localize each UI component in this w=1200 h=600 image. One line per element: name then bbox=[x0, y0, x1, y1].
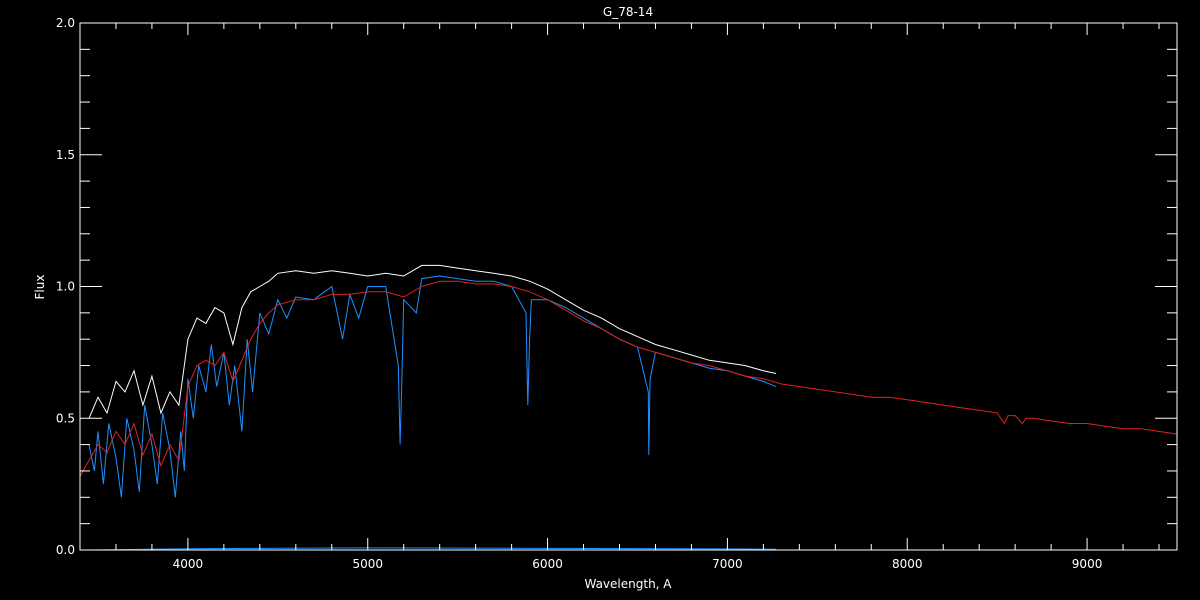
x-tick-label: 5000 bbox=[352, 557, 383, 571]
series-line-0 bbox=[88, 264, 777, 419]
x-tick-label: 7000 bbox=[712, 557, 743, 571]
y-tick-label: 0.0 bbox=[56, 543, 75, 557]
spectrum-chart: G_78-14 Wavelength, A Flux 4000 5000 6000 7… bbox=[33, 5, 1178, 591]
axes-layer bbox=[79, 22, 1178, 551]
x-axis-label: Wavelength, A bbox=[584, 577, 672, 591]
x-tick-label: 9000 bbox=[1072, 557, 1103, 571]
tick-layer: 4000 5000 6000 7000 8000 9000 0.0 0.5 1.0 1.5 2.0 bbox=[56, 16, 1177, 571]
y-tick-label: 1.5 bbox=[56, 148, 75, 162]
y-tick-label: 0.5 bbox=[56, 411, 75, 425]
plot-frame bbox=[79, 22, 1178, 551]
x-tick-label: 8000 bbox=[892, 557, 923, 571]
chart-title: G_78-14 bbox=[603, 5, 653, 19]
series-layer bbox=[79, 264, 1178, 551]
y-tick-label: 1.0 bbox=[56, 280, 75, 294]
x-tick-label: 4000 bbox=[173, 557, 204, 571]
series-line-1 bbox=[88, 275, 777, 498]
y-axis-label: Flux bbox=[33, 275, 47, 300]
y-tick-label: 2.0 bbox=[56, 16, 75, 30]
x-tick-label: 6000 bbox=[532, 557, 563, 571]
